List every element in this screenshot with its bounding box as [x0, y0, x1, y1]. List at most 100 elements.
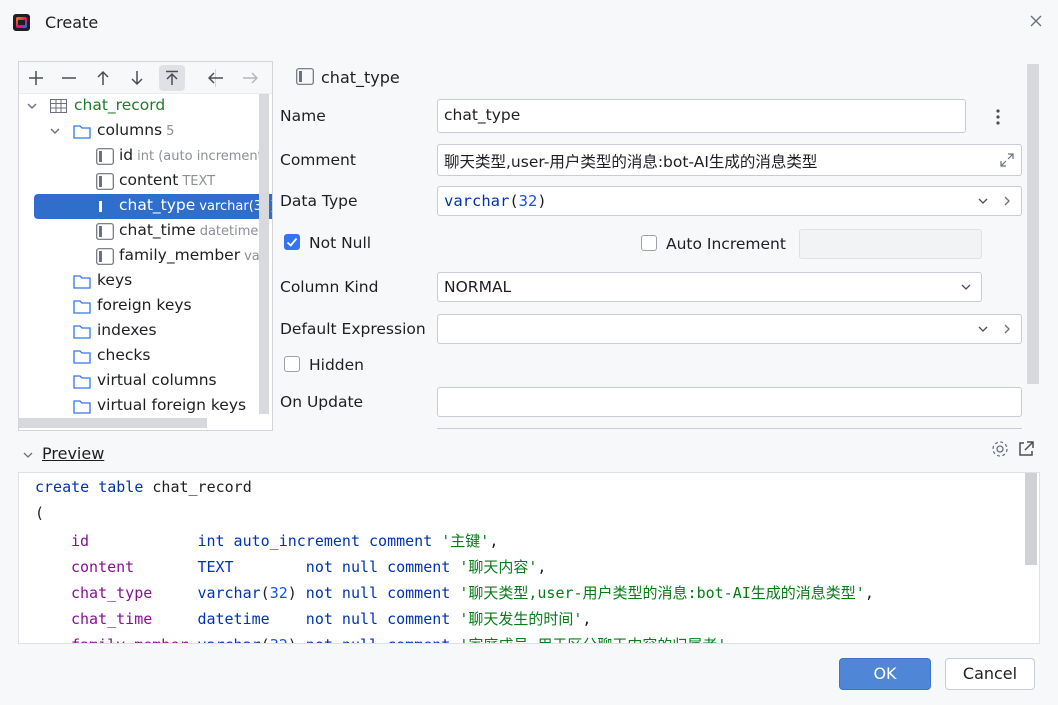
tree-node-checks[interactable]: checks	[19, 344, 259, 369]
name-field[interactable]: chat_type	[437, 99, 966, 133]
form-vertical-scrollbar[interactable]	[1027, 64, 1039, 384]
tree-node-column-content[interactable]: content TEXT	[19, 169, 259, 194]
forward-button[interactable]	[237, 65, 263, 91]
folder-icon	[73, 400, 91, 414]
cancel-button[interactable]: Cancel	[945, 658, 1035, 690]
code-line: create table chat_record	[35, 478, 252, 496]
column-icon	[96, 148, 114, 165]
folder-icon	[73, 325, 91, 339]
tree-node-column-family-member[interactable]: family_membervarch	[19, 244, 259, 269]
plus-icon	[29, 71, 43, 85]
code-line: id int auto_increment comment '主键',	[71, 532, 499, 550]
tree-node-indexes[interactable]: indexes	[19, 319, 259, 344]
chevron-down-icon[interactable]	[22, 449, 34, 461]
tree-node-table[interactable]: chat_record	[19, 94, 259, 119]
back-button[interactable]	[203, 65, 229, 91]
tree-node-column-chat-type[interactable]: chat_type varchar(32)	[34, 194, 272, 219]
arrow-down-icon	[131, 71, 143, 86]
on-update-field[interactable]	[437, 387, 1022, 417]
tree-node-label: virtual columns	[97, 371, 217, 389]
chevron-down-icon[interactable]	[26, 100, 38, 112]
auto-increment-label: Auto Increment	[666, 235, 786, 253]
folder-icon	[73, 300, 91, 314]
tree-node-label: id	[119, 146, 134, 164]
expand-icon[interactable]	[999, 152, 1015, 168]
column-count: 5	[166, 124, 175, 139]
column-kind-value: NORMAL	[444, 278, 512, 296]
column-kind-select[interactable]: NORMAL	[437, 272, 982, 302]
type-hint: TEXT	[182, 174, 216, 189]
close-icon[interactable]	[1026, 11, 1046, 31]
tree-horizontal-scrollbar[interactable]	[19, 418, 207, 428]
move-up-button[interactable]	[90, 65, 116, 91]
minus-icon	[62, 77, 76, 79]
folder-icon	[73, 125, 91, 139]
code-line: (	[35, 504, 45, 522]
default-expression-combo[interactable]	[437, 314, 1022, 344]
window-title: Create	[45, 13, 99, 32]
type-hint: datetime	[199, 224, 259, 239]
tree-node-virtual-columns[interactable]: virtual columns	[19, 369, 259, 394]
open-in-new-window-icon[interactable]	[1017, 440, 1035, 458]
chevron-down-icon[interactable]	[977, 195, 989, 207]
title-bar: Create	[0, 0, 1058, 46]
tree-node-label: indexes	[97, 321, 157, 339]
folder-icon	[73, 350, 91, 364]
comment-value: 聊天类型,user-用户类型的消息:bot-AI生成的消息类型	[444, 153, 818, 171]
not-null-checkbox[interactable]	[284, 234, 300, 250]
move-to-top-button[interactable]	[159, 65, 185, 91]
type-hint: varch	[244, 249, 259, 264]
sql-preview[interactable]: create table chat_record ( id int auto_i…	[18, 472, 1040, 644]
chevron-right-icon[interactable]	[1001, 323, 1013, 335]
preview-title[interactable]: Preview	[42, 444, 104, 463]
tree-node-columns[interactable]: columns 5	[19, 119, 259, 144]
chevron-down-icon[interactable]	[960, 281, 972, 293]
folder-icon	[73, 375, 91, 389]
remove-button[interactable]	[56, 65, 82, 91]
preview-vertical-scrollbar[interactable]	[1025, 473, 1037, 565]
comment-label: Comment	[280, 151, 356, 169]
tree-node-label: virtual foreign keys	[97, 396, 247, 414]
tree-node-label: content	[119, 171, 179, 189]
type-hint: int (auto increment)	[137, 149, 268, 164]
name-value: chat_type	[444, 106, 521, 124]
tree-node-column-id[interactable]: id int (auto increment)	[19, 144, 268, 169]
more-options-icon[interactable]	[995, 108, 1001, 126]
tree-node-virtual-foreign-keys[interactable]: virtual foreign keys	[19, 394, 259, 419]
form-divider	[437, 428, 1022, 429]
structure-tree-panel: chat_record columns 5 id int (auto increme…	[18, 61, 273, 431]
auto-increment-checkbox[interactable]	[641, 235, 657, 251]
column-editor-title: chat_type	[321, 68, 400, 87]
data-type-combo[interactable]: varchar(32)	[437, 186, 1022, 216]
add-button[interactable]	[23, 65, 49, 91]
not-null-label: Not Null	[309, 234, 372, 252]
tree-vertical-scrollbar[interactable]	[259, 94, 269, 414]
hidden-label: Hidden	[309, 356, 364, 374]
tree-node-foreign-keys[interactable]: foreign keys	[19, 294, 259, 319]
column-icon	[96, 223, 114, 240]
hidden-checkbox[interactable]	[284, 356, 300, 372]
column-icon	[96, 198, 114, 215]
table-icon	[50, 99, 67, 113]
chevron-down-icon[interactable]	[977, 323, 989, 335]
code-line: content TEXT not null comment '聊天内容',	[71, 558, 547, 576]
tree-node-label: chat_time	[119, 221, 196, 239]
chevron-right-icon[interactable]	[1001, 195, 1013, 207]
code-line: chat_type varchar(32) not null comment '…	[71, 584, 874, 602]
checkmark-icon	[286, 237, 298, 247]
code-line: family_member varchar(32) not null comme…	[71, 634, 726, 643]
tree-node-column-chat-time[interactable]: chat_time datetime	[19, 219, 259, 244]
default-expression-label: Default Expression	[280, 320, 426, 338]
chevron-down-icon[interactable]	[49, 125, 61, 137]
tree-toolbar	[19, 62, 272, 94]
comment-field[interactable]: 聊天类型,user-用户类型的消息:bot-AI生成的消息类型	[437, 144, 1022, 176]
gear-icon[interactable]	[991, 440, 1009, 458]
move-down-button[interactable]	[124, 65, 150, 91]
datagrip-app-icon	[13, 14, 30, 31]
ok-button[interactable]: OK	[839, 658, 931, 690]
tree-node-label: chat_type	[119, 196, 196, 214]
auto-increment-start-field	[799, 229, 982, 259]
column-kind-label: Column Kind	[280, 278, 379, 296]
tree-node-keys[interactable]: keys	[19, 269, 259, 294]
data-type-label: Data Type	[280, 192, 358, 210]
